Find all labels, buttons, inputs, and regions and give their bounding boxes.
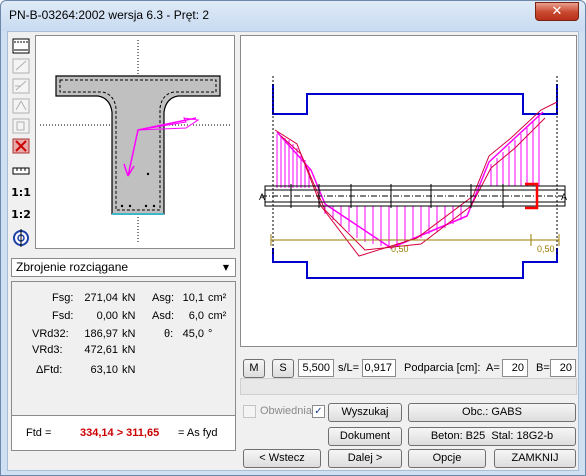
- theta-label: θ:: [164, 328, 174, 340]
- target-icon[interactable]: [10, 227, 32, 247]
- sl-label: s/L=: [338, 362, 360, 374]
- vrd32-unit: kN: [122, 328, 136, 340]
- vrd3-unit: kN: [122, 344, 136, 356]
- wyszukaj-button[interactable]: Wyszukaj: [328, 403, 402, 422]
- close-button[interactable]: ✕: [535, 2, 579, 21]
- fsg-value: 271,04: [84, 292, 118, 304]
- cross-section-view[interactable]: [35, 35, 235, 249]
- obwiednia-label: Obwiednia: [260, 405, 312, 417]
- scale-1-2-button[interactable]: 1:2: [10, 205, 32, 225]
- pen-s-icon[interactable]: [10, 76, 32, 96]
- a-value-field[interactable]: 20: [502, 359, 528, 377]
- client-area: 1:1 1:2 Zbrojenie rozciągane ▼ Fsg: 271,…: [7, 31, 579, 471]
- vrd3-value: 472,61: [84, 344, 118, 356]
- asg-unit: cm²: [208, 292, 227, 304]
- ruler-icon[interactable]: [10, 162, 32, 182]
- m-button[interactable]: M: [243, 359, 265, 378]
- podparcia-label: Podparcia [cm]:: [404, 362, 481, 374]
- stal-label: Stal: 18G2-b: [491, 430, 554, 442]
- dftd-unit: kN: [122, 364, 136, 376]
- theta-value: 45,0: [182, 328, 204, 340]
- dalej-button[interactable]: Dalej >: [328, 449, 402, 468]
- pen-a-icon[interactable]: [10, 56, 32, 76]
- asd-label: Asd:: [152, 310, 175, 322]
- window-title: PN-B-03264:2002 wersja 6.3 - Pręt: 2: [9, 8, 210, 22]
- obwiednia-check-icon[interactable]: ✓: [312, 405, 325, 418]
- vrd32-value: 186,97: [84, 328, 118, 340]
- delete-icon[interactable]: [10, 136, 32, 156]
- theta-unit: °: [208, 328, 213, 340]
- b-value-field[interactable]: 20: [550, 359, 576, 377]
- horizontal-scrollbar[interactable]: [240, 378, 577, 395]
- ftd-label: Ftd =: [26, 427, 52, 439]
- ftd-suffix: = As fyd: [178, 427, 218, 439]
- ftd-value: 334,14 > 311,65: [80, 427, 160, 439]
- chevron-down-icon[interactable]: ▼: [219, 260, 233, 275]
- dftd-label: ΔFtd:: [36, 364, 63, 376]
- opcje-button[interactable]: Opcje: [408, 449, 486, 468]
- vrd3-label: VRd3:: [32, 344, 63, 356]
- title-bar: PN-B-03264:2002 wersja 6.3 - Pręt: 2 ✕: [1, 1, 585, 31]
- asd-unit: cm²: [208, 310, 227, 322]
- fsd-label: Fsd:: [52, 310, 74, 322]
- vrd32-label: VRd32:: [32, 328, 69, 340]
- left-dim-label: 0,50: [391, 244, 409, 254]
- b-label: B=: [536, 362, 550, 374]
- beam-diagram-drawing: A A 0,50 0,50: [259, 76, 567, 279]
- main-window: PN-B-03264:2002 wersja 6.3 - Pręt: 2 ✕ 1…: [0, 0, 586, 476]
- fsd-value: 0,00: [96, 310, 118, 322]
- section-a-left-label: A: [259, 192, 265, 202]
- asg-label: Asg:: [152, 292, 175, 304]
- fsg-unit: kN: [122, 292, 136, 304]
- sl-value-field[interactable]: 0,917: [362, 359, 396, 377]
- dropdown-value: Zbrojenie rozciągane: [16, 260, 129, 274]
- a-label: A=: [486, 362, 500, 374]
- beam-diagram-view[interactable]: A A 0,50 0,50: [240, 35, 577, 347]
- scale-1-1-button[interactable]: 1:1: [10, 183, 32, 203]
- asd-value: 6,0: [188, 310, 204, 322]
- s-value-field[interactable]: 5,500: [298, 359, 334, 377]
- fsg-label: Fsg:: [52, 292, 74, 304]
- fsd-unit: kN: [122, 310, 136, 322]
- dftd-value: 63,10: [90, 364, 118, 376]
- section-a-right-label: A: [561, 192, 567, 202]
- asg-value: 10,1: [182, 292, 204, 304]
- s-button[interactable]: S: [272, 359, 294, 378]
- wstecz-button[interactable]: < Wstecz: [243, 449, 321, 468]
- dokument-button[interactable]: Dokument: [328, 427, 402, 446]
- obwiednia-checkbox[interactable]: [243, 405, 256, 418]
- ftd-result-box: Ftd = 334,14 > 311,65 = As fyd: [11, 415, 236, 451]
- t-beam-section-drawing: [40, 40, 232, 242]
- reinforcement-type-dropdown[interactable]: Zbrojenie rozciągane ▼: [11, 258, 236, 277]
- beton-label: Beton: B25: [430, 430, 486, 442]
- pen-b-box-icon[interactable]: [10, 116, 32, 136]
- zamknij-button[interactable]: ZAMKNIJ: [494, 449, 576, 468]
- right-dim-label: 0,50: [537, 244, 555, 254]
- obc-button[interactable]: Obc.: GABS: [408, 403, 576, 422]
- pen-a-box-icon[interactable]: [10, 96, 32, 116]
- rebar-top-icon[interactable]: [10, 36, 32, 56]
- beton-stal-button[interactable]: Beton: B25 Stal: 18G2-b: [408, 427, 576, 446]
